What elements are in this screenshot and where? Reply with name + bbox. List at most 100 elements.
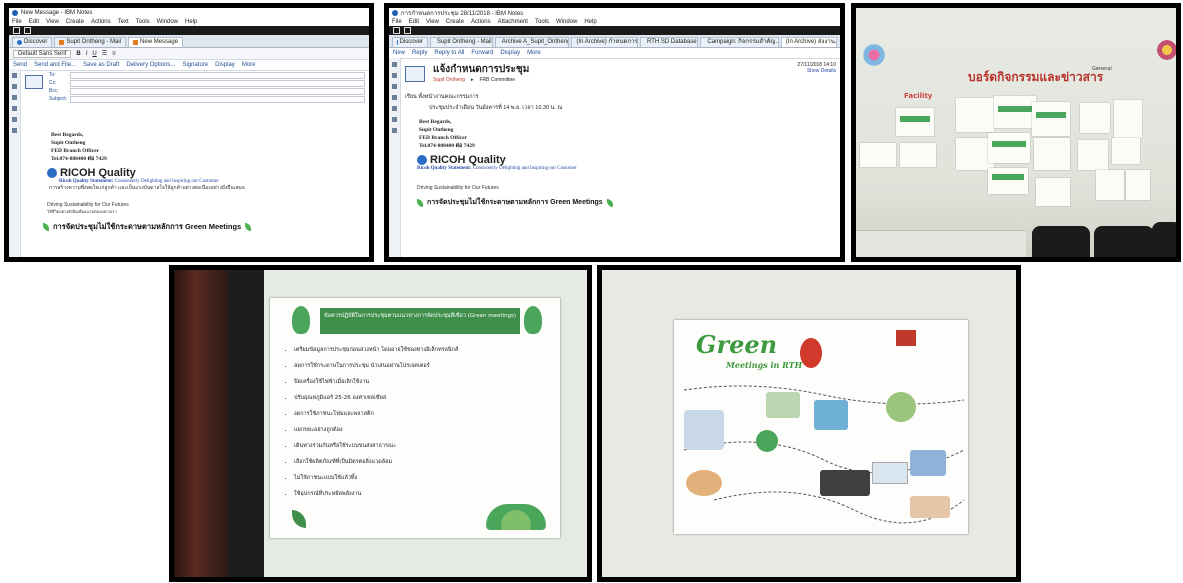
- tab-archive-work[interactable]: (In Archive) ส่งงาน...: [780, 37, 837, 47]
- menu-create[interactable]: Create: [66, 19, 84, 25]
- rail-mail-icon[interactable]: [392, 62, 397, 67]
- bold-icon[interactable]: B: [76, 51, 80, 57]
- rail-contacts-icon[interactable]: [12, 95, 17, 100]
- ricoh-logo-icon: [47, 168, 57, 178]
- door-frame: [174, 270, 228, 577]
- tab-archive[interactable]: Archive A_Supit_Ontheng: [494, 37, 570, 47]
- reply-button[interactable]: Reply: [412, 50, 427, 56]
- tab-mail[interactable]: Supit Ontheng - Mail: [54, 37, 127, 47]
- tab-archive-schedule[interactable]: (In Archive) กำหนดการ...: [571, 37, 639, 47]
- menu-window[interactable]: Window: [157, 19, 178, 25]
- font-select[interactable]: Default Sans Serif: [13, 49, 72, 58]
- rail-sametime-icon[interactable]: [12, 128, 17, 133]
- save-draft-button[interactable]: Save as Draft: [83, 62, 119, 68]
- signature-button[interactable]: Signature: [182, 62, 208, 68]
- forward-button[interactable]: Forward: [471, 50, 493, 56]
- tab-campaign[interactable]: Campaign: กิจกรรมสำคัญ...: [700, 37, 779, 47]
- align-icon[interactable]: ≡: [112, 51, 116, 57]
- more-button[interactable]: More: [242, 62, 256, 68]
- menu-file[interactable]: File: [12, 19, 22, 25]
- window-title: New Message - IBM Notes: [21, 9, 93, 16]
- rail-extra-icon[interactable]: [392, 128, 397, 133]
- poster: [1112, 138, 1140, 164]
- poster: [1034, 138, 1070, 170]
- display-button[interactable]: Display: [500, 50, 520, 56]
- menu-file[interactable]: File: [392, 19, 402, 25]
- poster-heading: ข้อควรปฏิบัติในการประชุมตามแนวทางการจัดป…: [320, 308, 520, 334]
- tab-discover[interactable]: Discover: [12, 37, 53, 47]
- subject-field[interactable]: Subject:: [49, 95, 365, 103]
- tab-new-message[interactable]: New Message: [128, 37, 184, 47]
- poster: [988, 133, 1030, 163]
- menu-tools[interactable]: Tools: [535, 19, 549, 25]
- sender-name[interactable]: Supit Ontheng: [433, 77, 465, 83]
- send-button[interactable]: Send: [13, 62, 27, 68]
- toolbar-dark: [389, 26, 840, 35]
- meeting-people-icon: [684, 410, 724, 450]
- menu-help[interactable]: Help: [584, 19, 596, 25]
- ricoh-logo-icon: [417, 155, 427, 165]
- list-icon[interactable]: ☰: [102, 50, 107, 57]
- flower-decoration: [1156, 38, 1176, 62]
- menu-view[interactable]: View: [46, 19, 59, 25]
- menu-edit[interactable]: Edit: [409, 19, 419, 25]
- bcc-field[interactable]: Bcc:: [49, 87, 365, 95]
- new-button[interactable]: New: [393, 50, 405, 56]
- leaf-icon: [43, 223, 49, 231]
- rail-notebook-icon[interactable]: [392, 106, 397, 111]
- action-bar: New Reply Reply to All Forward Display M…: [389, 48, 840, 59]
- rail-todo-icon[interactable]: [392, 95, 397, 100]
- menu-view[interactable]: View: [426, 19, 439, 25]
- menu-tools[interactable]: Tools: [136, 19, 150, 25]
- menu-attachment[interactable]: Attachment: [498, 19, 528, 25]
- poster: [1096, 170, 1124, 200]
- panel-new-message: New Message - IBM Notes File Edit View C…: [4, 3, 374, 262]
- underline-icon[interactable]: U: [92, 51, 96, 57]
- envelope-icon: [25, 75, 43, 89]
- panel-rules-poster-photo: ข้อควรปฏิบัติในการประชุมตามแนวทางการจัดป…: [169, 265, 592, 582]
- poster: [988, 168, 1028, 194]
- menu-toggle-icon[interactable]: [13, 27, 20, 34]
- tab-discover[interactable]: Discover: [392, 37, 428, 47]
- mail-icon: [59, 40, 65, 45]
- send-and-file-button[interactable]: Send and File...: [34, 62, 76, 68]
- menu-actions[interactable]: Actions: [91, 19, 111, 25]
- rail-mail-icon[interactable]: [12, 73, 17, 78]
- delivery-options-button[interactable]: Delivery Options...: [126, 62, 175, 68]
- show-details-link[interactable]: Show Details: [797, 68, 836, 74]
- message-body: ประชุมประจำเดือน วันอังคารที่ 14 พ.ย. เว…: [429, 105, 563, 111]
- pc-power-icon: [820, 470, 870, 496]
- list-item: เตรียมข้อมูลการประชุมก่อนล่วงหน้า โดยอาจ…: [294, 342, 564, 358]
- chair: [1094, 226, 1154, 257]
- format-toolbar: Default Sans Serif B I U ☰ ≡: [9, 48, 369, 60]
- tab-database[interactable]: RTH SD Database: [640, 37, 699, 47]
- reply-all-button[interactable]: Reply to All: [434, 50, 464, 56]
- to-field[interactable]: To:: [49, 71, 365, 79]
- menu-actions[interactable]: Actions: [471, 19, 491, 25]
- menu-create[interactable]: Create: [446, 19, 464, 25]
- menu-window[interactable]: Window: [556, 19, 577, 25]
- list-item: ปรับอุณหภูมิแอร์ 25-26 องศาเซลเซียส: [294, 390, 564, 406]
- more-button[interactable]: More: [527, 50, 541, 56]
- menu-help[interactable]: Help: [185, 19, 197, 25]
- cc-field[interactable]: Cc:: [49, 79, 365, 87]
- wall-edge: [228, 270, 264, 577]
- green-meetings-line: การจัดประชุมไม่ใช้กระดาษตามหลักการ Green…: [43, 221, 365, 233]
- tab-mail[interactable]: Supit Ontheng - Mail: [429, 37, 493, 47]
- rail-todo-icon[interactable]: [12, 106, 17, 111]
- menu-edit[interactable]: Edit: [29, 19, 39, 25]
- rail-notebook-icon[interactable]: [12, 117, 17, 122]
- menu-toggle-icon[interactable]: [393, 27, 400, 34]
- display-button[interactable]: Display: [215, 62, 235, 68]
- panel-toggle-icon[interactable]: [24, 27, 31, 34]
- tree-icon: [292, 306, 310, 334]
- left-rail: [9, 69, 21, 257]
- italic-icon[interactable]: I: [86, 51, 88, 57]
- rail-contacts-icon[interactable]: [392, 84, 397, 89]
- rail-calendar-icon[interactable]: [392, 73, 397, 78]
- rail-sametime-icon[interactable]: [392, 117, 397, 122]
- panel-toggle-icon[interactable]: [404, 27, 411, 34]
- rail-calendar-icon[interactable]: [12, 84, 17, 89]
- poster: [1114, 100, 1142, 138]
- menu-text[interactable]: Text: [118, 19, 129, 25]
